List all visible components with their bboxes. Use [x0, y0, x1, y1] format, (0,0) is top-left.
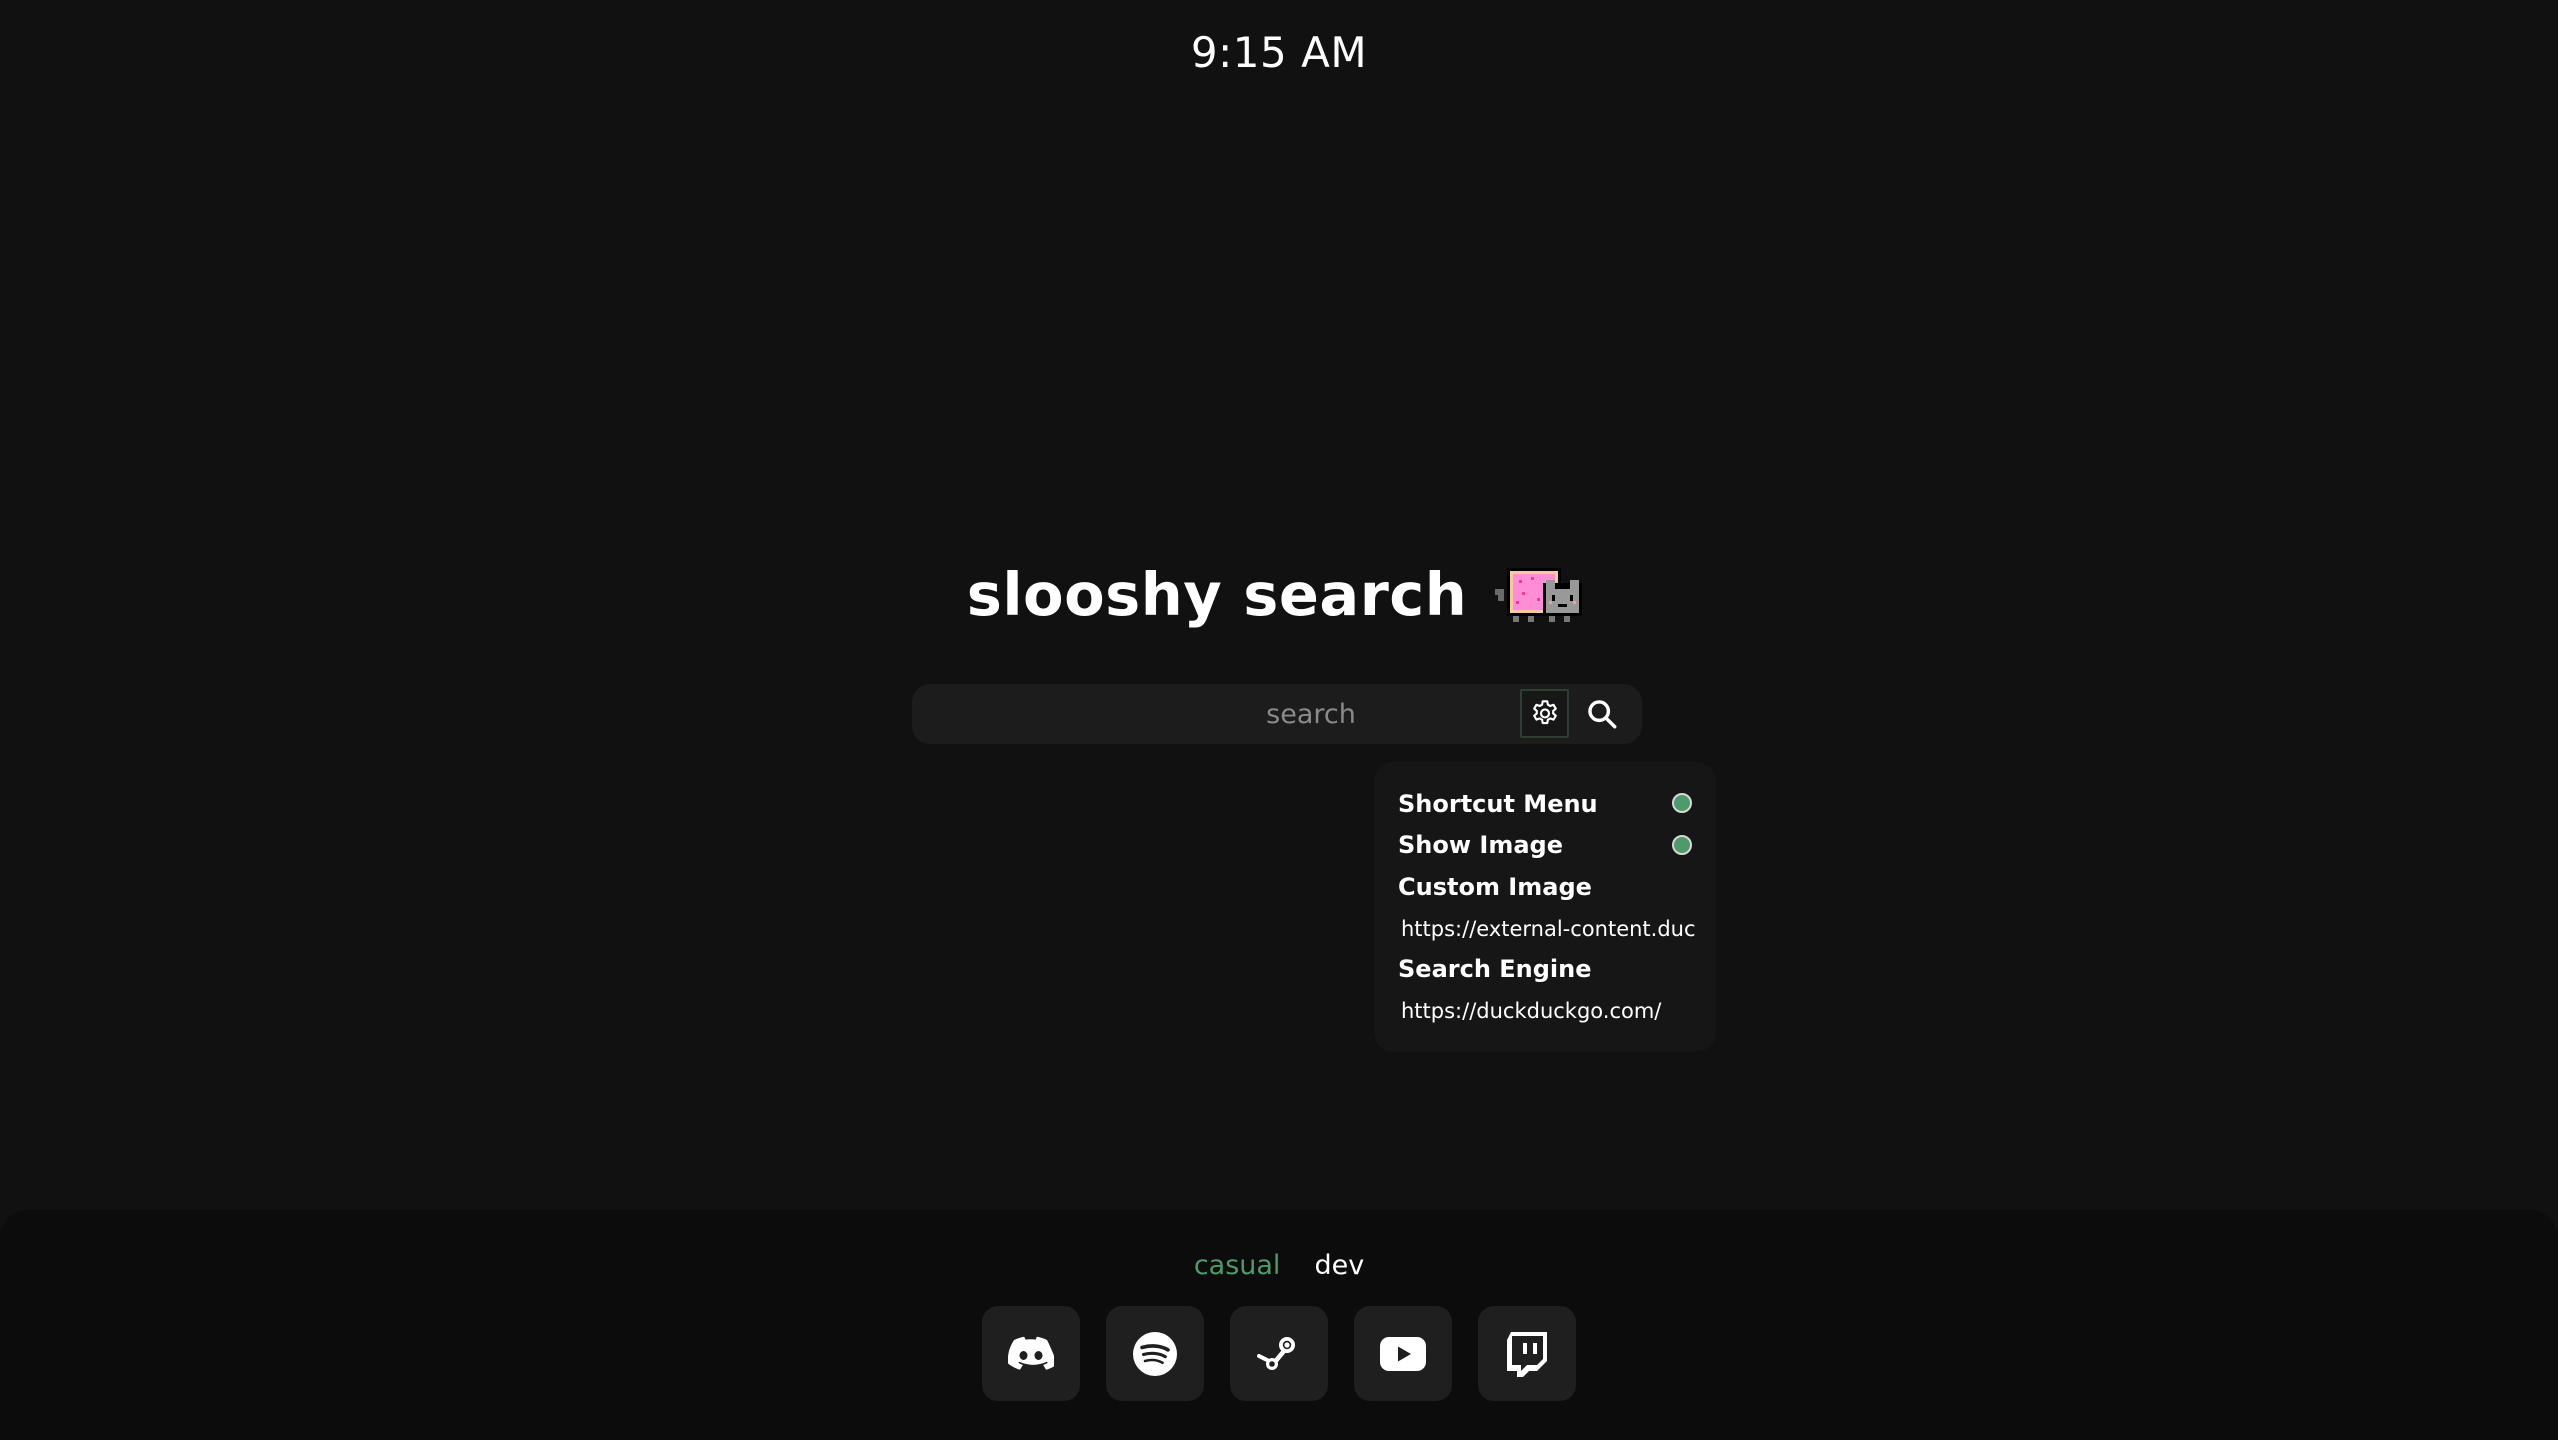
page-title: slooshy search: [966, 560, 1468, 629]
header: slooshy search: [0, 560, 2558, 629]
twitch-icon: [1507, 1331, 1547, 1377]
settings-button[interactable]: [1520, 689, 1569, 738]
tab-casual[interactable]: casual: [1194, 1250, 1281, 1281]
youtube-icon: [1380, 1336, 1426, 1371]
custom-image-field[interactable]: [1398, 912, 1700, 946]
shortcut-dock: casual dev: [0, 1210, 2558, 1440]
spotify-icon: [1133, 1331, 1177, 1376]
search-input[interactable]: [912, 684, 1552, 744]
gear-icon: [1532, 699, 1557, 724]
show-image-toggle[interactable]: [1672, 835, 1692, 855]
search-engine-label: Search Engine: [1398, 955, 1592, 983]
search-engine-field[interactable]: [1398, 994, 1700, 1028]
youtube-shortcut[interactable]: [1354, 1306, 1452, 1401]
discord-icon: [1008, 1336, 1054, 1370]
twitch-shortcut[interactable]: [1478, 1306, 1576, 1401]
steam-shortcut[interactable]: [1230, 1306, 1328, 1401]
nyan-cat-icon: [1495, 567, 1583, 622]
search-button[interactable]: [1580, 692, 1624, 736]
tab-dev[interactable]: dev: [1314, 1250, 1364, 1281]
search-bar: [912, 684, 1642, 744]
shortcut-menu-toggle[interactable]: [1672, 793, 1692, 813]
settings-panel: Shortcut Menu Show Image Custom Image Se…: [1374, 762, 1716, 1052]
custom-image-label: Custom Image: [1398, 873, 1592, 901]
steam-icon: [1257, 1336, 1295, 1370]
search-icon: [1588, 700, 1617, 729]
show-image-label: Show Image: [1398, 831, 1563, 859]
clock: 9:15 AM: [1190, 28, 1368, 77]
dock-tabs: casual dev: [0, 1250, 2558, 1281]
discord-shortcut[interactable]: [982, 1306, 1080, 1401]
dock-shortcuts: [0, 1306, 2558, 1401]
shortcut-menu-label: Shortcut Menu: [1398, 790, 1598, 818]
spotify-shortcut[interactable]: [1106, 1306, 1204, 1401]
